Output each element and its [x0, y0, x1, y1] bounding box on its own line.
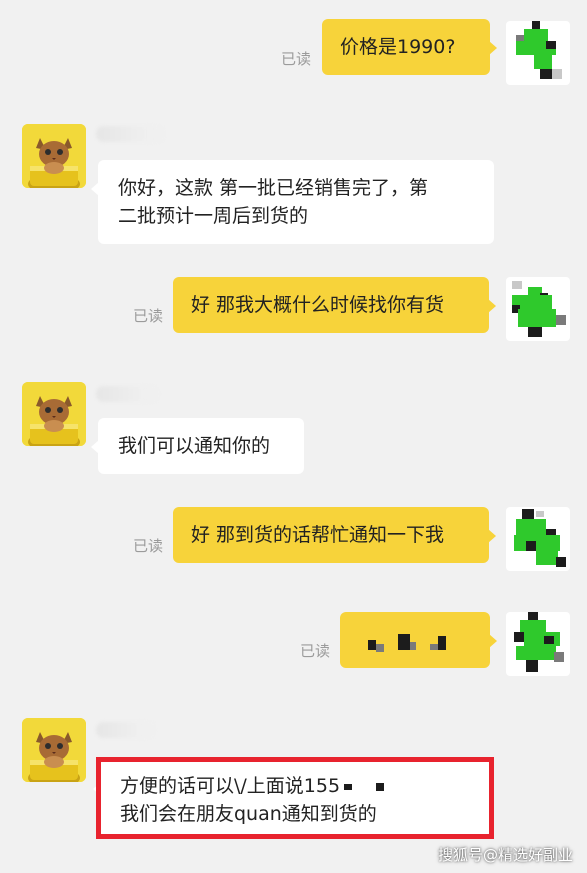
message-text-line: 方便的话可以\/上面说155	[120, 772, 470, 800]
cat-avatar-icon[interactable]	[22, 382, 86, 446]
outgoing-message-bubble[interactable]: 好 那我大概什么时候找你有货	[173, 277, 496, 333]
pixel-avatar-icon[interactable]	[506, 277, 570, 341]
message-text: 价格是1990?	[340, 36, 456, 58]
incoming-message-bubble[interactable]: 我们可以通知你的	[91, 418, 304, 474]
incoming-message-bubble[interactable]: 你好，这款 第一批已经销售完了，第 二批预计一周后到货的	[91, 160, 494, 244]
sender-name-blurred	[96, 722, 156, 738]
pixel-avatar-icon[interactable]	[506, 612, 570, 676]
cat-avatar-icon[interactable]	[22, 124, 86, 188]
message-text-line: 我们会在朋友quan通知到货的	[120, 803, 377, 825]
sender-name-blurred	[96, 386, 160, 402]
cat-avatar-icon[interactable]	[22, 718, 86, 782]
outgoing-message-bubble[interactable]: 好 那到货的话帮忙通知一下我	[173, 507, 496, 563]
message-text-segment: 方便的话可以\/上面说155	[120, 775, 341, 797]
redacted-digits	[344, 783, 353, 790]
message-text: 好 那到货的话帮忙通知一下我	[191, 524, 445, 546]
read-receipt: 已读	[133, 537, 164, 555]
pixel-avatar-icon[interactable]	[506, 507, 570, 571]
redacted-content	[368, 634, 468, 656]
read-receipt: 已读	[133, 307, 164, 325]
incoming-message-bubble[interactable]: 方便的话可以\/上面说155 我们会在朋友quan通知到货的	[93, 760, 490, 836]
message-text: 好 那我大概什么时候找你有货	[191, 294, 445, 316]
watermark: 搜狐号@精选好副业	[437, 846, 573, 864]
outgoing-message-bubble[interactable]	[340, 612, 497, 668]
sender-name-blurred	[96, 126, 166, 142]
message-text-line: 你好，这款 第一批已经销售完了，第	[118, 177, 429, 199]
redacted-digits	[376, 782, 385, 791]
read-receipt: 已读	[281, 50, 312, 68]
message-text-line: 我们可以通知你的	[118, 435, 271, 457]
outgoing-message-bubble[interactable]: 价格是1990?	[322, 19, 497, 75]
read-receipt: 已读	[300, 642, 331, 660]
pixel-avatar-icon[interactable]	[506, 21, 570, 85]
message-text-line: 二批预计一周后到货的	[118, 205, 309, 227]
